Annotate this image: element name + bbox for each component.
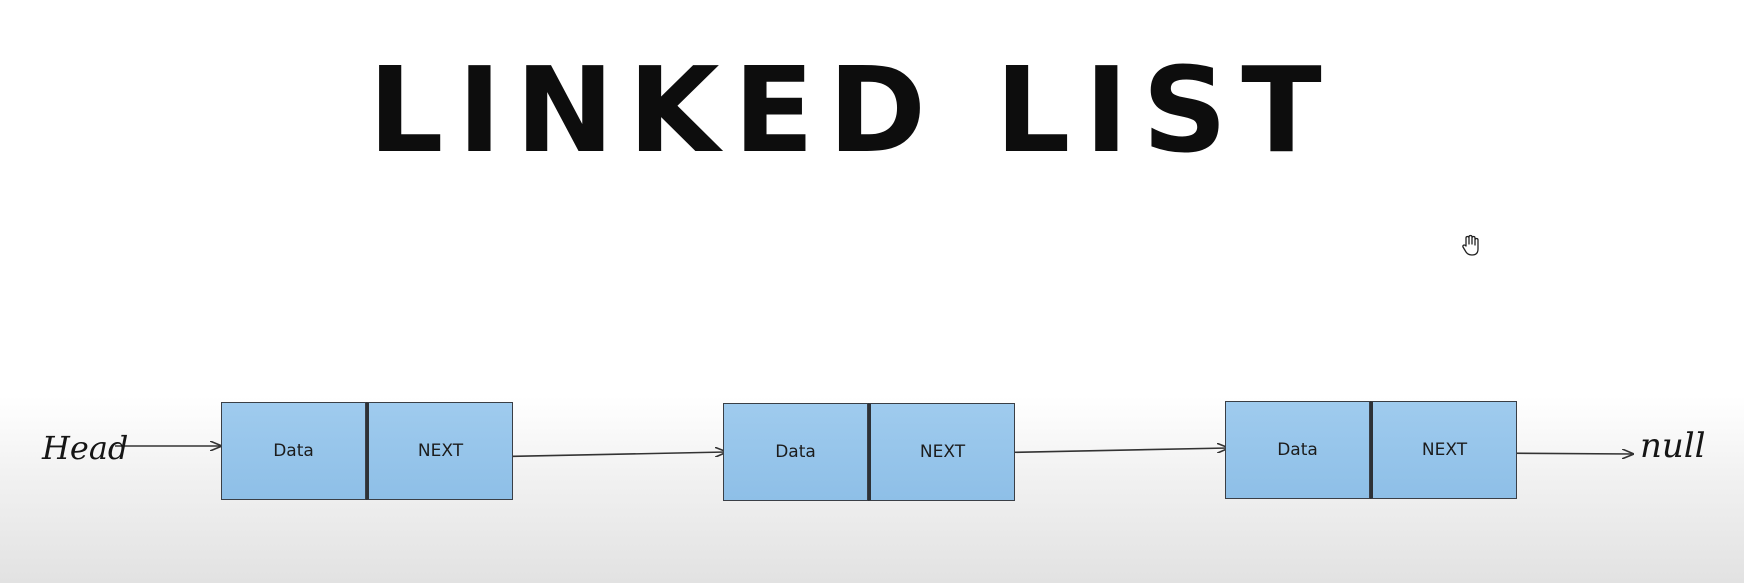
node-3-data-cell: Data bbox=[1225, 401, 1370, 499]
head-label: Head bbox=[42, 429, 129, 467]
node-1-next-cell: NEXT bbox=[366, 402, 513, 500]
node-1-next-arrow bbox=[482, 452, 726, 458]
hand-cursor-icon bbox=[1460, 234, 1482, 263]
node-1-data-cell: Data bbox=[221, 402, 366, 500]
node-3-next-cell: NEXT bbox=[1370, 401, 1517, 499]
list-node-1: Data NEXT bbox=[221, 402, 513, 500]
diagram-title: LINKED LIST bbox=[368, 41, 1336, 179]
null-label: null bbox=[1640, 426, 1706, 466]
list-node-2: Data NEXT bbox=[723, 403, 1015, 501]
node-2-data-cell: Data bbox=[723, 403, 868, 501]
node-2-next-cell: NEXT bbox=[868, 403, 1015, 501]
node-2-next-arrow bbox=[979, 448, 1228, 454]
list-node-3: Data NEXT bbox=[1225, 401, 1517, 499]
